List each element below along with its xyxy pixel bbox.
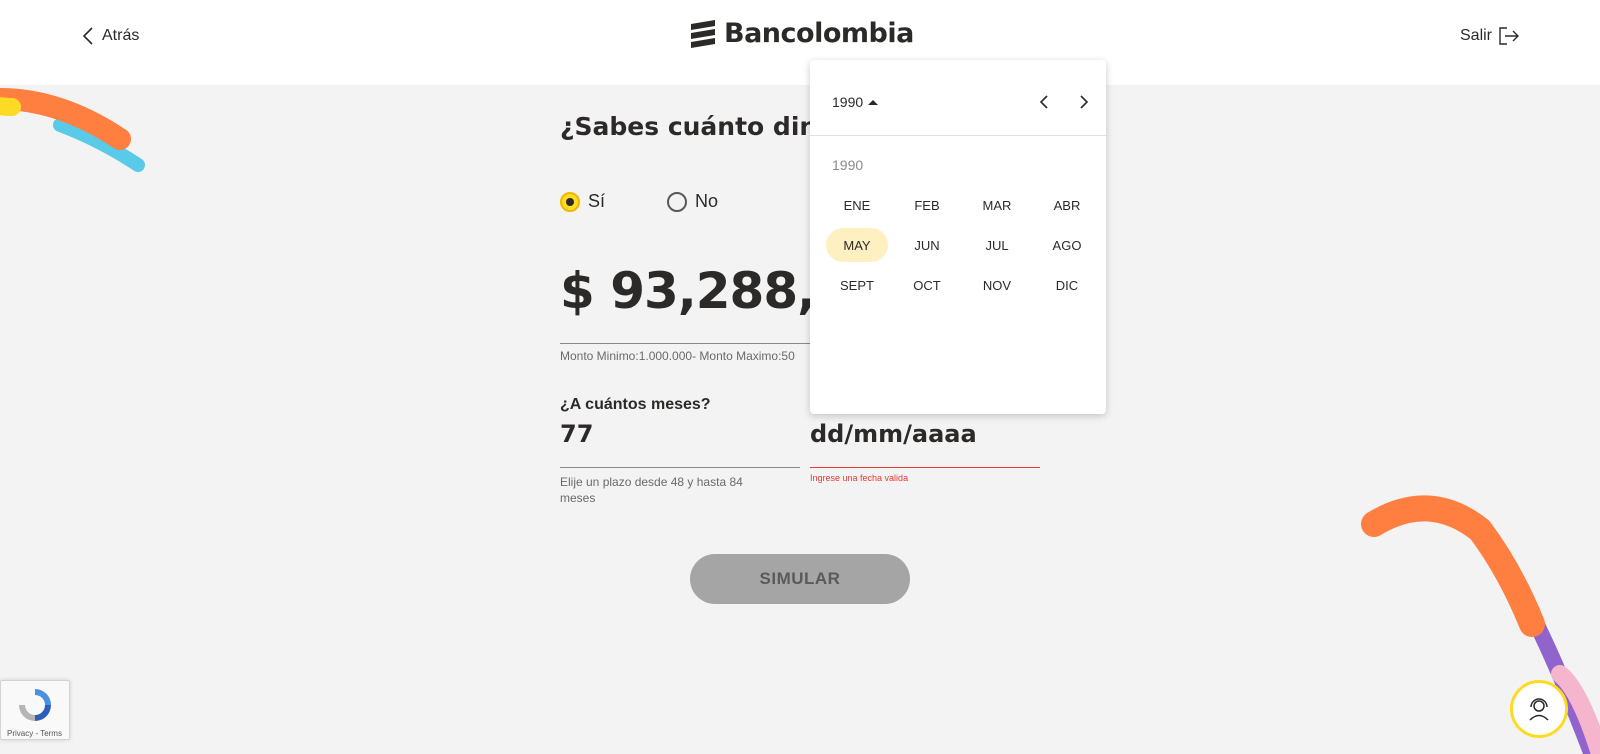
month-cell[interactable]: ABR bbox=[1032, 185, 1102, 225]
bancolombia-logo-mark bbox=[691, 19, 715, 48]
month-cell[interactable]: MAR bbox=[962, 185, 1032, 225]
bancolombia-logo: Bancolombia bbox=[688, 18, 914, 49]
recaptcha-badge[interactable]: Privacy - Terms bbox=[0, 680, 70, 740]
amount-known-radio-group: Sí No bbox=[560, 191, 718, 212]
month-label: NOV bbox=[982, 277, 1012, 293]
radio-yes[interactable]: Sí bbox=[560, 191, 605, 212]
help-chat-button[interactable] bbox=[1510, 680, 1568, 738]
recaptcha-links[interactable]: Privacy - Terms bbox=[7, 729, 62, 738]
radio-no[interactable]: No bbox=[667, 191, 718, 212]
month-label: MAY bbox=[826, 228, 888, 262]
brand-name: Bancolombia bbox=[724, 18, 914, 49]
months-grid: ENE FEB MAR ABR MAY JUN JUL AGO SEPT OCT… bbox=[822, 185, 1102, 305]
amount-value: $ 93,288,0 bbox=[560, 262, 820, 320]
exit-button[interactable]: Salir bbox=[1460, 26, 1520, 46]
back-button[interactable]: Atrás bbox=[82, 26, 139, 46]
simulate-button[interactable]: SIMULAR bbox=[690, 554, 910, 604]
year-toggle-label: 1990 bbox=[832, 94, 864, 110]
month-label: DIC bbox=[1055, 277, 1079, 293]
month-cell[interactable]: JUN bbox=[892, 225, 962, 265]
next-year-button[interactable] bbox=[1072, 90, 1096, 114]
month-cell[interactable]: DIC bbox=[1032, 265, 1102, 305]
month-picker: 1990 1990 ENE FEB MAR ABR MAY JUN JUL AG… bbox=[810, 60, 1106, 414]
months-label: ¿A cuántos meses? bbox=[560, 396, 711, 413]
date-placeholder: dd/mm/aaaa bbox=[810, 420, 977, 448]
month-label: SEPT bbox=[840, 277, 874, 293]
radio-yes-label: Sí bbox=[588, 191, 606, 211]
month-cell[interactable]: OCT bbox=[892, 265, 962, 305]
date-field[interactable]: dd/mm/aaaa bbox=[810, 420, 1040, 468]
month-cell[interactable]: NOV bbox=[962, 265, 1032, 305]
previous-year-button[interactable] bbox=[1032, 90, 1056, 114]
month-label: AGO bbox=[1052, 237, 1082, 253]
amount-hint: Monto Minimo:1.000.000- Monto Maximo:50 bbox=[560, 349, 795, 363]
logout-icon bbox=[1499, 27, 1520, 45]
decorative-swoosh-left bbox=[0, 88, 145, 172]
radio-no-label: No bbox=[695, 191, 719, 211]
month-label: FEB bbox=[914, 197, 940, 213]
chevron-right-icon bbox=[1080, 95, 1089, 109]
month-label: ENE bbox=[843, 197, 871, 213]
month-label: OCT bbox=[913, 277, 941, 293]
month-label: JUL bbox=[985, 237, 1009, 253]
recaptcha-logo bbox=[19, 689, 51, 721]
month-cell[interactable]: SEPT bbox=[822, 265, 892, 305]
year-label: 1990 bbox=[832, 157, 864, 173]
year-toggle-button[interactable]: 1990 bbox=[832, 94, 879, 110]
months-field[interactable]: 77 bbox=[560, 420, 800, 468]
month-cell-selected[interactable]: MAY bbox=[822, 225, 892, 265]
amount-field[interactable]: $ 93,288,0 bbox=[560, 262, 820, 344]
month-cell[interactable]: JUL bbox=[962, 225, 1032, 265]
caret-up-icon bbox=[868, 100, 879, 105]
support-agent-icon bbox=[1529, 698, 1549, 721]
back-label: Atrás bbox=[102, 27, 140, 44]
month-cell[interactable]: FEB bbox=[892, 185, 962, 225]
month-label: MAR bbox=[982, 197, 1012, 213]
month-label: JUN bbox=[914, 237, 940, 253]
exit-label: Salir bbox=[1460, 27, 1493, 44]
months-value: 77 bbox=[560, 420, 594, 448]
month-picker-header: 1990 bbox=[810, 60, 1106, 136]
chevron-left-icon bbox=[1039, 95, 1048, 109]
month-label: ABR bbox=[1053, 197, 1081, 213]
radio-selected-icon bbox=[560, 191, 580, 212]
date-error-message: Ingrese una fecha valida bbox=[810, 473, 909, 483]
radio-unselected-icon bbox=[667, 191, 688, 212]
month-cell[interactable]: AGO bbox=[1032, 225, 1102, 265]
header: Atrás Bancolombia Salir bbox=[0, 0, 1600, 85]
months-hint: Elije un plazo desde 48 y hasta 84 meses bbox=[560, 475, 743, 505]
month-cell[interactable]: ENE bbox=[822, 185, 892, 225]
chevron-left-icon bbox=[82, 27, 93, 45]
